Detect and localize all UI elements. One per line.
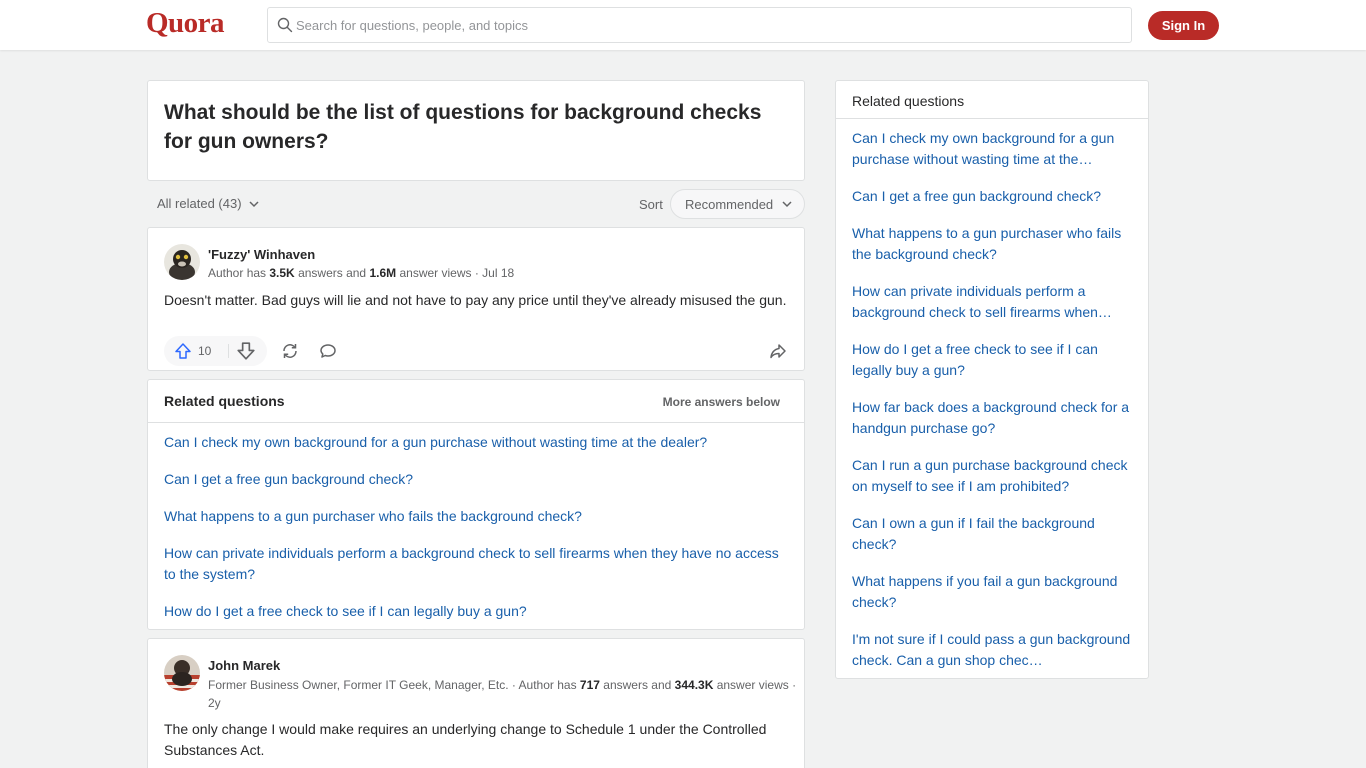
related-question-link[interactable]: What happens to a gun purchaser who fail… [164,506,784,527]
share-button[interactable] [767,340,789,362]
comment-icon [320,344,336,358]
sidebar-related-questions: Related questions Can I check my own bac… [835,80,1149,679]
search-box[interactable] [267,7,1132,43]
credential-text: Former Business Owner, Former IT Geek, M… [208,678,580,692]
meta-text: answers and [294,266,370,280]
related-question-link[interactable]: How can private individuals perform a ba… [164,543,784,585]
answer-text: Doesn't matter. Bad guys will lie and no… [164,292,787,308]
answer-filter-row: All related (43) Sort Recommended [147,189,805,219]
avatar[interactable] [164,244,200,280]
chevron-down-icon [782,201,792,208]
chevron-down-icon [249,200,259,207]
related-questions-card: Related questions More answers below Can… [147,379,805,630]
author-meta: Former Business Owner, Former IT Geek, M… [208,676,798,712]
more-answers-below: More answers below [662,395,780,409]
share-reshare-button[interactable] [279,340,301,362]
sidebar-question-link[interactable]: How far back does a background check for… [852,397,1136,439]
related-question-link[interactable]: Can I check my own background for a gun … [164,432,784,453]
quora-logo[interactable]: Quora [146,7,225,40]
downvote-icon [237,342,255,360]
sidebar-question-link[interactable]: Can I get a free gun background check? [852,186,1136,207]
answers-count: 717 [579,678,600,692]
views-count: 1.6M [369,266,397,280]
divider [228,344,229,358]
downvote-button[interactable] [236,341,258,361]
author-name[interactable]: 'Fuzzy' Winhaven [208,247,315,262]
answer-text: The only change I would make requires an… [164,721,767,758]
search-input[interactable] [296,8,1116,42]
answer-card: John Marek Former Business Owner, Former… [147,638,805,768]
question-card: What should be the list of questions for… [147,80,805,181]
sidebar-question-link[interactable]: Can I check my own background for a gun … [852,128,1136,170]
views-count: 344.3K [674,678,714,692]
question-title: What should be the list of questions for… [164,101,762,153]
sidebar-question-link[interactable]: How do I get a free check to see if I ca… [852,339,1136,381]
sidebar-question-link[interactable]: I'm not sure if I could pass a gun backg… [852,629,1136,671]
avatar-image [164,244,200,280]
top-nav-bar: Quora Sign In [0,0,1366,50]
answers-count: 3.5K [269,266,295,280]
sort-value: Recommended [685,196,774,212]
divider [148,422,804,423]
all-related-label: All related (43) [157,196,242,211]
upvote-icon [175,343,191,359]
meta-text: Author has [208,266,270,280]
meta-text: answers and [599,678,675,692]
share-icon [770,344,786,359]
sidebar-question-link[interactable]: What happens if you fail a gun backgroun… [852,571,1136,613]
divider [836,118,1148,119]
related-question-link[interactable]: Can I get a free gun background check? [164,469,784,490]
sidebar-question-link[interactable]: Can I own a gun if I fail the background… [852,513,1136,555]
search-icon [277,17,293,33]
sidebar-question-link[interactable]: What happens to a gun purchaser who fail… [852,223,1136,265]
meta-text: answer views · Jul 18 [396,266,515,280]
sort-dropdown[interactable]: Recommended [670,189,805,219]
avatar[interactable] [164,655,200,691]
comment-button[interactable] [317,340,339,362]
related-heading: Related questions [164,393,285,409]
all-related-dropdown[interactable]: All related (43) [157,196,260,211]
sidebar-question-link[interactable]: Can I run a gun purchase background chec… [852,455,1136,497]
sign-in-button[interactable]: Sign In [1148,11,1219,40]
sidebar-heading: Related questions [852,93,965,109]
sort-label: Sort [639,197,663,212]
author-name[interactable]: John Marek [208,658,280,673]
avatar-image [164,655,200,691]
sidebar-question-link[interactable]: How can private individuals perform a ba… [852,281,1136,323]
related-question-link[interactable]: How do I get a free check to see if I ca… [164,601,784,622]
upvote-count: 10 [198,344,212,358]
upvote-button[interactable]: 10 [164,336,226,366]
answer-card: 'Fuzzy' Winhaven Author has 3.5K answers… [147,227,805,371]
vote-controls: 10 [164,336,267,366]
author-meta: Author has 3.5K answers and 1.6M answer … [208,264,514,282]
reshare-icon [283,344,297,358]
